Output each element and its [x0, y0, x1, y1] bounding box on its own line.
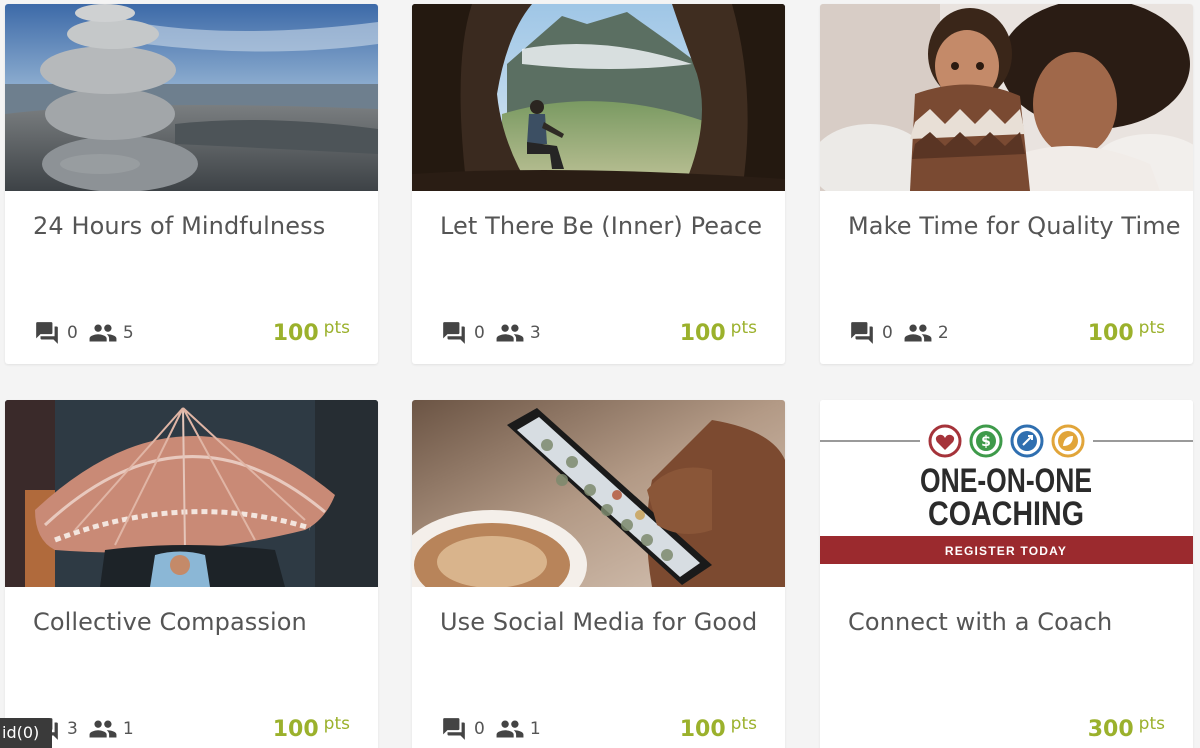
people-icon [496, 324, 524, 342]
card-title[interactable]: Connect with a Coach [848, 608, 1112, 636]
forum-icon [36, 322, 58, 344]
participants-count: 3 [529, 323, 541, 343]
banner-line2: COACHING [928, 495, 1084, 533]
points: 100 pts [679, 713, 757, 742]
people-icon [496, 720, 524, 738]
forum-icon [443, 718, 465, 740]
card-image-mother-and-child[interactable] [820, 4, 1193, 191]
points-value: 100 [1087, 320, 1134, 346]
card-image-umbrella[interactable] [5, 400, 378, 587]
points-unit: pts [730, 713, 757, 734]
challenge-grid: 24 Hours of Mindfulness 0 5 100 pts Let … [0, 0, 1200, 748]
challenge-card[interactable]: $ ONE-ON-ONE COACHING REGISTER TODAY Con [820, 400, 1193, 748]
points-value: 100 [272, 716, 319, 742]
points: 100 pts [272, 713, 350, 742]
card-title[interactable]: 24 Hours of Mindfulness [33, 212, 325, 240]
svg-text:$: $ [981, 434, 991, 450]
challenge-card[interactable]: Let There Be (Inner) Peace 0 3 100 pts [412, 4, 785, 364]
challenge-card[interactable]: Collective Compassion 3 1 100 pts [5, 400, 378, 748]
participants-count: 2 [937, 323, 949, 343]
participants-stat: 3 [495, 322, 541, 344]
people-icon [89, 324, 117, 342]
comments-stat: 0 [439, 320, 485, 346]
challenge-card[interactable]: 24 Hours of Mindfulness 0 5 100 pts [5, 4, 378, 364]
comments-stat: 0 [439, 716, 485, 742]
comments-count: 0 [67, 323, 78, 343]
challenge-card[interactable]: Make Time for Quality Time 0 2 100 pts [820, 4, 1193, 364]
people-icon [904, 324, 932, 342]
leaf-icon [1051, 424, 1085, 458]
comments-stat: 0 [847, 320, 893, 346]
points-unit: pts [730, 317, 757, 338]
points-unit: pts [1138, 713, 1165, 734]
rocket-icon [1010, 424, 1044, 458]
card-image-man-in-cave[interactable] [412, 4, 785, 191]
points-value: 100 [679, 320, 726, 346]
card-footer: 0 3 100 pts [439, 316, 757, 350]
participants-count: 1 [529, 719, 541, 739]
points-value: 100 [272, 320, 319, 346]
participants-stat: 1 [88, 718, 134, 740]
dollar-icon: $ [969, 424, 1003, 458]
participants-count: 1 [122, 719, 134, 739]
card-footer: 300 pts [847, 712, 1165, 746]
card-footer: 0 2 100 pts [847, 316, 1165, 350]
points-value: 300 [1087, 716, 1134, 742]
comments-count: 3 [67, 719, 78, 739]
card-title[interactable]: Collective Compassion [33, 608, 307, 636]
participants-stat: 1 [495, 718, 541, 740]
card-image-stacked-stones[interactable] [5, 4, 378, 191]
comments-count: 0 [474, 323, 485, 343]
points-unit: pts [323, 317, 350, 338]
points: 300 pts [1087, 713, 1165, 742]
card-footer: 0 1 100 pts [439, 712, 757, 746]
card-footer: 3 1 100 pts [32, 712, 350, 746]
participants-count: 5 [122, 323, 134, 343]
debug-id-tag[interactable]: id(0) [0, 718, 52, 748]
card-title[interactable]: Make Time for Quality Time [848, 212, 1181, 240]
points-value: 100 [679, 716, 726, 742]
forum-icon [443, 322, 465, 344]
points-unit: pts [1138, 317, 1165, 338]
people-icon [89, 720, 117, 738]
comments-count: 0 [474, 719, 485, 739]
comments-count: 0 [882, 323, 893, 343]
participants-stat: 5 [88, 322, 134, 344]
banner-cta: REGISTER TODAY [945, 544, 1067, 558]
points: 100 pts [1087, 317, 1165, 346]
forum-icon [851, 322, 873, 344]
points: 100 pts [272, 317, 350, 346]
points: 100 pts [679, 317, 757, 346]
points-unit: pts [323, 713, 350, 734]
card-footer: 0 5 100 pts [32, 316, 350, 350]
comments-stat: 0 [32, 320, 78, 346]
card-image-coaching-banner[interactable]: $ ONE-ON-ONE COACHING REGISTER TODAY [820, 400, 1193, 587]
participants-stat: 2 [903, 322, 949, 344]
challenge-card[interactable]: Use Social Media for Good 0 1 100 pts [412, 400, 785, 748]
card-title[interactable]: Let There Be (Inner) Peace [440, 212, 762, 240]
heart-icon [928, 424, 962, 458]
card-title[interactable]: Use Social Media for Good [440, 608, 757, 636]
card-image-phone-and-coffee[interactable] [412, 400, 785, 587]
